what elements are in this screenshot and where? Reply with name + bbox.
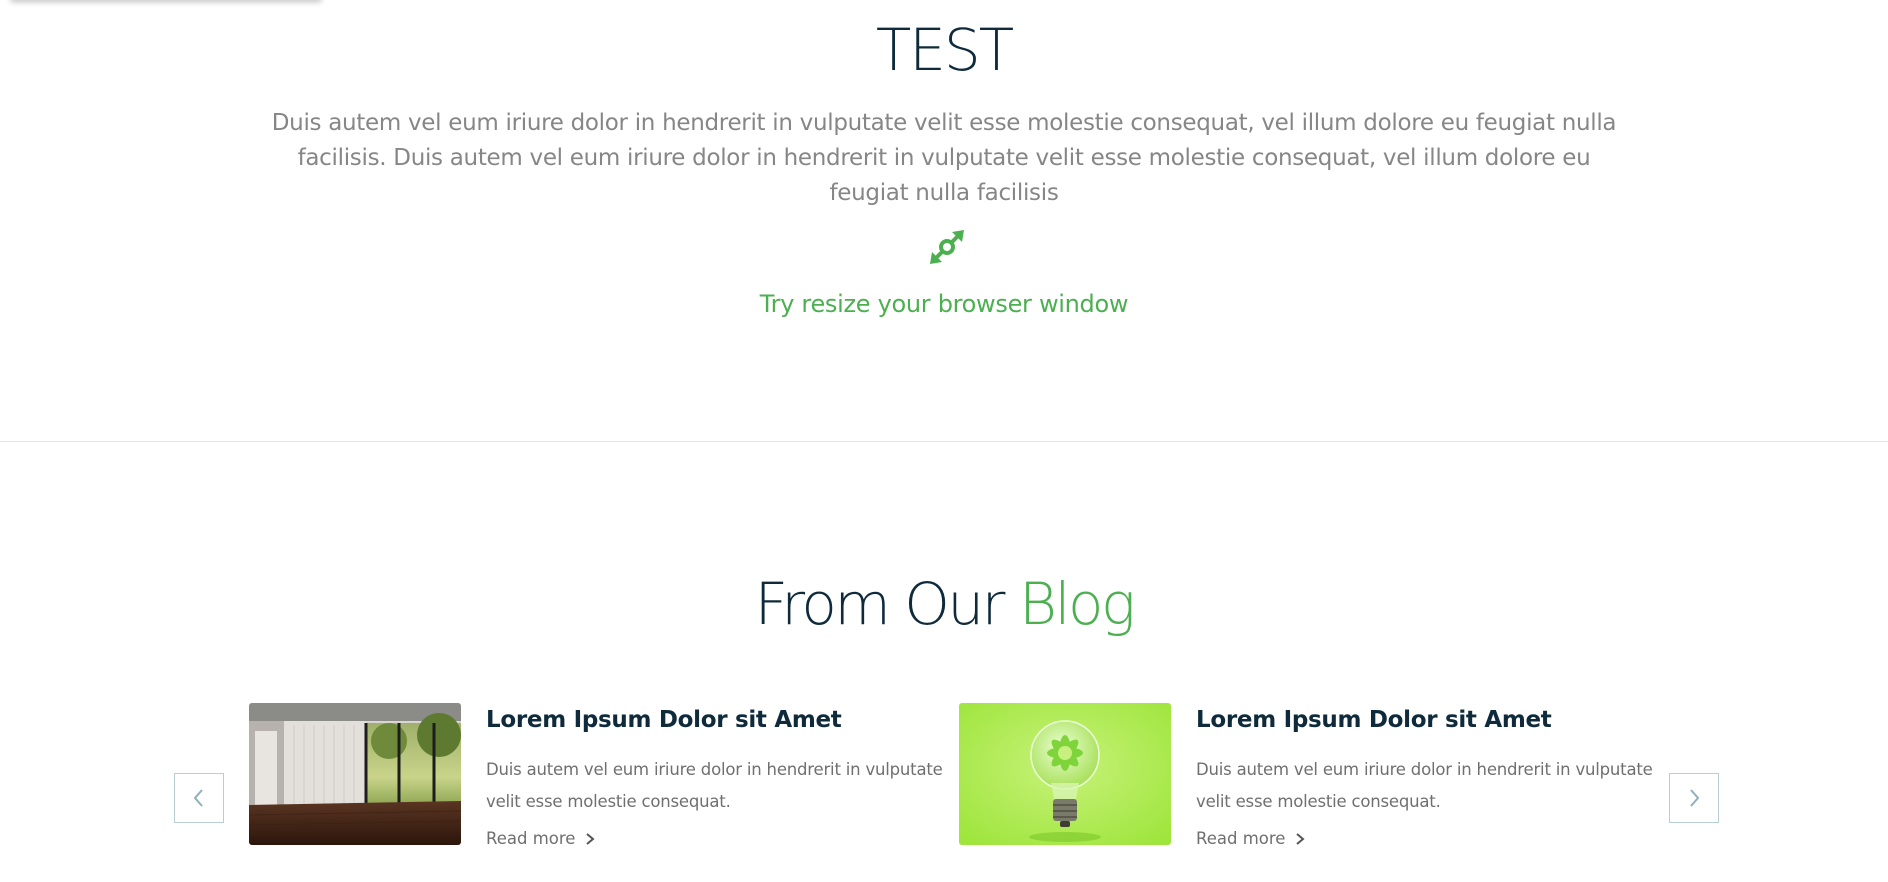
chevron-right-icon bbox=[1296, 833, 1306, 845]
carousel-next-button[interactable] bbox=[1669, 773, 1719, 823]
read-more-link[interactable]: Read more bbox=[1196, 827, 1306, 851]
page: TEST Duis autem vel eum iriure dolor in … bbox=[0, 0, 1888, 882]
hero-section: TEST Duis autem vel eum iriure dolor in … bbox=[0, 0, 1888, 442]
blog-heading-accent: Blog bbox=[1018, 570, 1136, 638]
read-more-label: Read more bbox=[1196, 829, 1286, 848]
blog-post-card: Lorem Ipsum Dolor sit Amet Duis autem ve… bbox=[959, 703, 1659, 848]
post-image-lightbulb[interactable] bbox=[959, 703, 1171, 845]
chevron-right-icon bbox=[586, 833, 596, 845]
resize-hint-text: Try resize your browser window bbox=[759, 290, 1129, 318]
blog-post-card: Lorem Ipsum Dolor sit Amet Duis autem ve… bbox=[249, 703, 949, 848]
blog-heading-main: From Our bbox=[754, 570, 1019, 638]
section-divider bbox=[0, 441, 1888, 442]
page-title: TEST bbox=[875, 16, 1014, 84]
post-title[interactable]: Lorem Ipsum Dolor sit Amet bbox=[486, 703, 946, 737]
post-title[interactable]: Lorem Ipsum Dolor sit Amet bbox=[1196, 703, 1656, 737]
hero-description: Duis autem vel eum iriure dolor in hendr… bbox=[271, 110, 1617, 206]
read-more-link[interactable]: Read more bbox=[486, 827, 596, 851]
chevron-right-icon bbox=[1690, 789, 1700, 807]
post-excerpt: Duis autem vel eum iriure dolor in hendr… bbox=[1196, 760, 1653, 811]
post-image-interior[interactable] bbox=[249, 703, 461, 845]
post-excerpt: Duis autem vel eum iriure dolor in hendr… bbox=[486, 760, 943, 811]
resize-arrows-icon bbox=[930, 230, 964, 264]
read-more-label: Read more bbox=[486, 829, 576, 848]
chevron-left-icon bbox=[193, 789, 203, 807]
blog-heading: From Our Blog bbox=[0, 566, 1888, 642]
carousel-prev-button[interactable] bbox=[174, 773, 224, 823]
